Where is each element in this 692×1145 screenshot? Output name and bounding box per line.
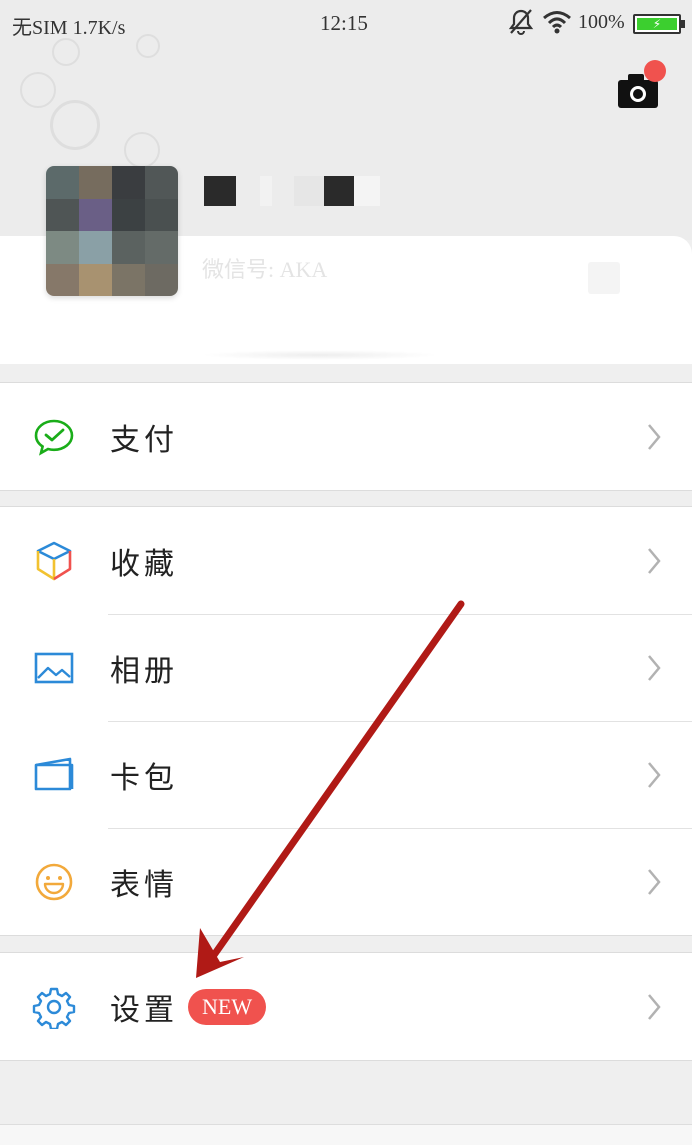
carrier-text: 无SIM 1.7K/s bbox=[12, 17, 126, 39]
notification-dot bbox=[644, 60, 666, 82]
decor-bubble bbox=[50, 100, 100, 150]
mute-icon bbox=[508, 9, 534, 35]
menu-item-pay[interactable]: 支付 bbox=[0, 383, 692, 490]
chevron-right-icon bbox=[648, 423, 661, 450]
status-bar: 无SIM 1.7K/s 12:15 100% ⚡ bbox=[0, 0, 692, 48]
pay-icon bbox=[34, 419, 74, 456]
bottom-tab-bar bbox=[0, 1124, 692, 1145]
wechat-id: 微信号: AKA bbox=[202, 257, 328, 282]
clock: 12:15 bbox=[320, 11, 368, 35]
settings-icon bbox=[32, 987, 76, 1029]
menu-label-settings: 设置 bbox=[110, 992, 178, 1028]
menu-label-favorites: 收藏 bbox=[110, 546, 178, 582]
menu-section-settings: 设置 NEW bbox=[0, 952, 692, 1061]
nickname-mosaic bbox=[204, 176, 384, 206]
chevron-right-icon bbox=[648, 993, 661, 1020]
battery-fill: ⚡ bbox=[637, 17, 677, 31]
avatar[interactable] bbox=[46, 166, 178, 296]
qr-code-icon[interactable] bbox=[588, 262, 620, 294]
decor-bubble bbox=[20, 72, 56, 108]
menu-section-pay: 支付 bbox=[0, 382, 692, 491]
card-wallet-icon bbox=[34, 757, 74, 790]
chevron-right-icon bbox=[648, 761, 661, 788]
decor-bubble bbox=[124, 132, 160, 168]
menu-item-favorites[interactable]: 收藏 bbox=[0, 507, 692, 614]
menu-label-card-wallet: 卡包 bbox=[110, 760, 178, 796]
emoji-icon bbox=[35, 863, 73, 900]
menu-label-pay: 支付 bbox=[110, 422, 178, 458]
card-shadow bbox=[200, 350, 440, 360]
menu-label-album: 相册 bbox=[110, 653, 178, 689]
battery-percent: 100% bbox=[578, 11, 625, 33]
menu-label-emoji: 表情 bbox=[110, 867, 178, 903]
menu-item-album[interactable]: 相册 bbox=[0, 614, 692, 721]
battery-icon: ⚡ bbox=[633, 14, 685, 34]
new-badge: NEW bbox=[188, 988, 267, 1025]
menu-item-card-wallet[interactable]: 卡包 bbox=[0, 721, 692, 828]
chevron-right-icon bbox=[648, 868, 661, 895]
menu-item-emoji[interactable]: 表情 bbox=[0, 828, 692, 935]
favorites-icon bbox=[36, 541, 72, 580]
chevron-right-icon bbox=[648, 547, 661, 574]
album-icon bbox=[34, 652, 74, 683]
chevron-right-icon bbox=[648, 654, 661, 681]
menu-section-main: 收藏 相册 卡包 表情 bbox=[0, 506, 692, 936]
wifi-icon bbox=[543, 11, 571, 34]
menu-item-settings[interactable]: 设置 NEW bbox=[0, 953, 692, 1060]
